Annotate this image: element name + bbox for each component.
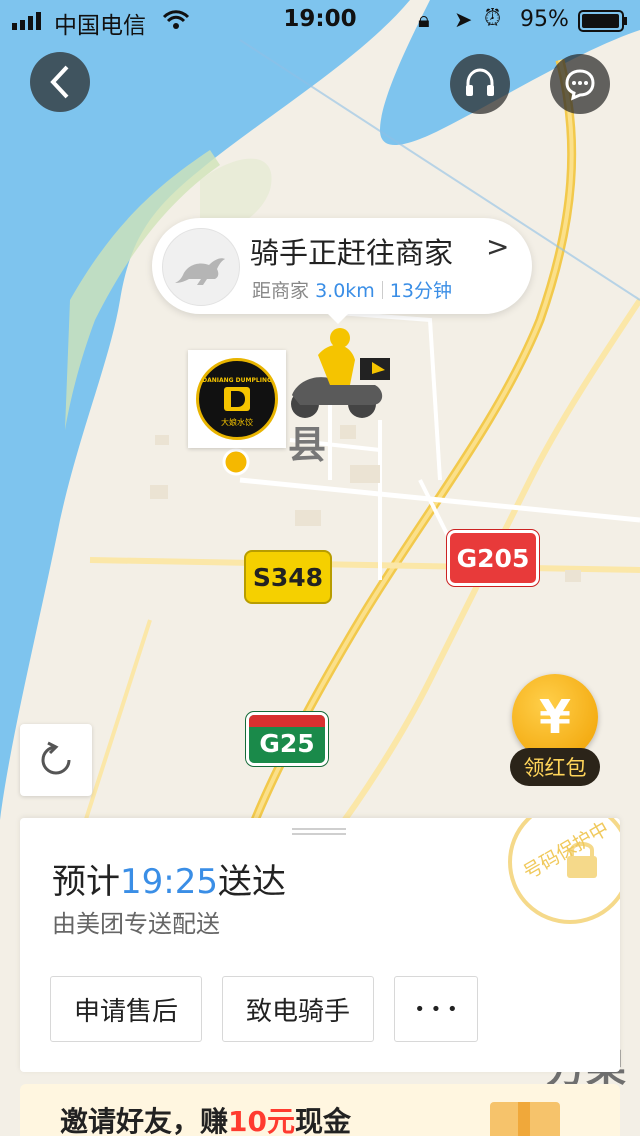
- shop-location-pin: [222, 448, 250, 476]
- shop-logo-text-top: DANIANG DUMPLING: [202, 377, 272, 384]
- more-button[interactable]: • • •: [394, 976, 478, 1042]
- shop-logo-text-bottom: 大娘水饺: [221, 418, 253, 427]
- delivery-carrier: 由美团专送配送: [52, 910, 220, 938]
- shop-marker[interactable]: DANIANG DUMPLING 大娘水饺: [188, 350, 286, 448]
- rider-status-text: 骑手正赶往商家: [250, 236, 454, 270]
- map-building: [295, 510, 321, 526]
- road-shield-g25: G25: [245, 711, 329, 767]
- eta-prefix: 预计: [52, 862, 120, 902]
- headset-icon: [466, 68, 494, 96]
- distance-value: 3.0km: [315, 280, 375, 302]
- duration-value: 13分钟: [389, 280, 452, 302]
- promo-suffix: 现金: [294, 1105, 351, 1136]
- promo-prefix: 邀请好友，赚: [60, 1105, 229, 1136]
- promo-text: 邀请好友，赚10元现金: [60, 1100, 351, 1136]
- customer-service-button[interactable]: [450, 54, 510, 114]
- rider-distance-info: 距商家 3.0km 13分钟: [252, 276, 452, 303]
- refresh-icon: [41, 741, 71, 775]
- shop-logo: DANIANG DUMPLING 大娘水饺: [196, 358, 278, 440]
- drag-handle[interactable]: [292, 828, 346, 835]
- shop-logo-mark: [224, 387, 250, 411]
- delivery-tracking-screen: 县 方果钅 中国电信 19:00 🔒︎ ➤ ⏰︎ 95%: [0, 0, 640, 1136]
- promo-amount: 10元: [228, 1105, 295, 1136]
- road-shield-s348: S348: [244, 550, 332, 604]
- expressway-banner: [249, 715, 325, 727]
- red-packet-button[interactable]: 领红包: [510, 748, 600, 786]
- road-shield-g205: G205: [446, 529, 540, 587]
- kangaroo-icon: [175, 258, 225, 285]
- location-arrow-icon: ➤: [454, 8, 473, 33]
- map-building: [155, 435, 169, 445]
- map-county-label: 县: [288, 423, 327, 467]
- eta-time: 19:25: [120, 862, 218, 902]
- status-bar: 中国电信 19:00 🔒︎ ➤ ⏰︎ 95%: [0, 0, 640, 40]
- rider-avatar: [162, 228, 240, 306]
- road-shield-g25-label: G25: [259, 728, 315, 758]
- eta-text: 预计19:25送达: [52, 854, 286, 903]
- rotation-lock-icon: 🔒︎: [418, 8, 430, 33]
- chevron-right-icon: >: [486, 230, 510, 263]
- eta-suffix: 送达: [217, 862, 286, 902]
- map-building: [150, 485, 168, 499]
- chat-bubble-icon: [565, 69, 595, 101]
- chevron-left-icon: [50, 65, 69, 99]
- alarm-icon: ⏰︎: [484, 6, 502, 31]
- rider-status-bubble[interactable]: 骑手正赶往商家 > 距商家 3.0km 13分钟: [152, 218, 532, 324]
- map-building: [350, 465, 380, 483]
- map-building: [565, 570, 581, 582]
- distance-prefix: 距商家: [252, 280, 310, 302]
- refresh-location-button[interactable]: [20, 724, 92, 796]
- gift-box-icon: [490, 1102, 560, 1136]
- after-sale-button[interactable]: 申请售后: [50, 976, 202, 1042]
- invite-promo-banner[interactable]: 邀请好友，赚10元现金: [20, 1084, 620, 1136]
- battery-percent: 95%: [520, 7, 569, 32]
- message-button[interactable]: [550, 54, 610, 114]
- divider: [381, 281, 383, 299]
- map-building: [340, 425, 356, 439]
- battery-icon: [578, 10, 627, 32]
- back-button[interactable]: [30, 52, 90, 112]
- call-rider-button[interactable]: 致电骑手: [222, 976, 374, 1042]
- delivery-info-card: 号码保护中 预计19:25送达 由美团专送配送 申请售后 致电骑手 • • •: [20, 818, 620, 1072]
